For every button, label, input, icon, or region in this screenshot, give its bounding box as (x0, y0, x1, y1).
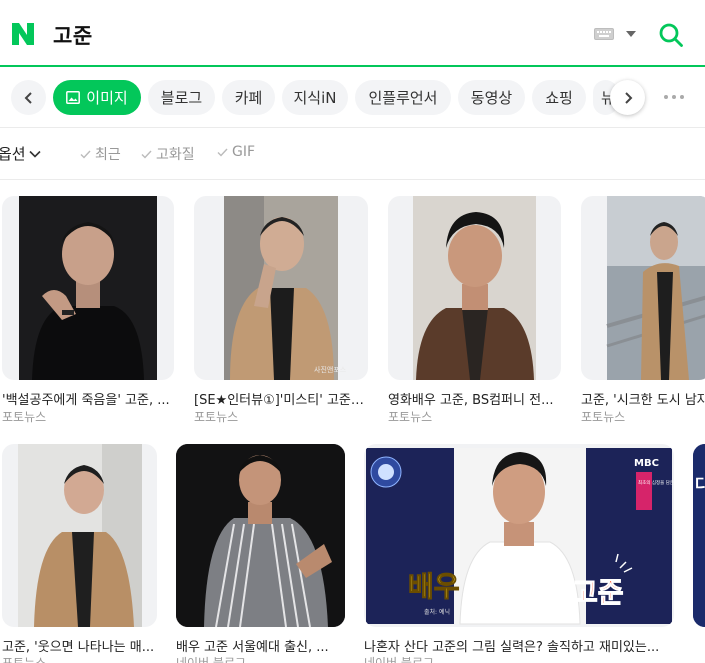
overlay-text-name: 고준 (572, 576, 624, 609)
filter-high-quality[interactable]: 고화질 (141, 144, 195, 164)
result-source[interactable]: 포토뉴스 (2, 408, 46, 425)
result-source[interactable]: 포토뉴스 (388, 408, 432, 425)
mbc-logo: MBC (634, 458, 659, 469)
tab-cafe[interactable]: 카페 (222, 80, 275, 115)
tabs-prev-button[interactable] (11, 80, 46, 115)
image-thumbnail[interactable]: MBC 최초의 심정을 담은 배우 고준 출처: 예닉 (364, 444, 674, 627)
tab-label: 동영상 (470, 89, 513, 107)
image-thumbnail[interactable] (2, 444, 157, 627)
filter-gif[interactable]: GIF (217, 144, 255, 160)
result-source[interactable]: 네이버 블로그 (364, 654, 434, 663)
tab-image[interactable]: 이미지 (53, 80, 141, 115)
keyboard-icon[interactable] (594, 28, 614, 40)
check-icon (217, 148, 228, 157)
image-result-card[interactable]: 사진앤포스 [SE★인터뷰①]'미스티' 고준,... 포토뉴스 (194, 196, 368, 424)
image-result-card[interactable]: 영화배우 고준, BS컴퍼니 전... 포토뉴스 (388, 196, 561, 424)
photo-man-beige-coat: 사진앤포스 (224, 196, 347, 380)
image-thumbnail[interactable] (176, 444, 345, 627)
search-tabs: 이미지 블로그 카페 지식iN 인플루언서 동영상 쇼핑 뉴 (0, 68, 705, 126)
image-result-card[interactable]: 고준, '시크한 도시 남자' 포토뉴스 (581, 196, 705, 424)
image-thumbnail[interactable] (388, 196, 561, 380)
mbc-sublabel: 최초의 심정을 담은 (638, 479, 674, 486)
chevron-left-icon (24, 91, 32, 104)
tab-label: 블로그 (160, 89, 203, 107)
result-title[interactable]: '백설공주에게 죽음을' 고준, ... (2, 389, 174, 408)
result-title[interactable]: 고준, '웃으면 나타나는 매... (2, 636, 157, 655)
keyboard-dropdown-caret-icon[interactable] (626, 31, 636, 37)
image-result-card[interactable]: '백설공주에게 죽음을' 고준, ... 포토뉴스 (2, 196, 174, 424)
chevron-right-icon (624, 91, 632, 104)
search-query[interactable]: 고준 (53, 20, 93, 50)
partial-thumb-letter: 다 (695, 475, 705, 494)
photo-partial: 다 (693, 444, 705, 627)
photo-man-railing (606, 196, 705, 380)
result-title[interactable]: 나혼자 산다 고준의 그림 실력은? 솔직하고 재미있는... (364, 636, 674, 655)
tab-shopping[interactable]: 쇼핑 (532, 80, 586, 115)
image-thumbnail[interactable] (581, 196, 705, 380)
image-result-card[interactable]: 고준, '웃으면 나타나는 매... 포토뉴스 (2, 444, 157, 663)
search-options: 옵션 최근 고화질 GIF (0, 128, 705, 180)
chevron-down-icon (29, 150, 41, 158)
tab-label: 이미지 (86, 89, 128, 107)
image-result-card[interactable]: MBC 최초의 심정을 담은 배우 고준 출처: 예닉 나혼자 산다 고준의 그… (364, 444, 674, 663)
search-icon[interactable] (658, 22, 684, 48)
result-source[interactable]: 포토뉴스 (581, 408, 625, 425)
tabs-next-button[interactable] (610, 80, 645, 115)
tab-blog[interactable]: 블로그 (148, 80, 215, 115)
watermark: 사진앤포스 (314, 365, 347, 374)
tab-label: 지식iN (293, 89, 337, 107)
result-source[interactable]: 포토뉴스 (2, 654, 46, 663)
filter-label: GIF (232, 144, 256, 160)
image-result-card[interactable]: 다 (693, 444, 705, 663)
overlay-credit: 출처: 예닉 (424, 608, 450, 616)
photo-man-black-shirt (19, 196, 157, 380)
image-result-card[interactable]: 배우 고준 서울예대 출신, ... 네이버 블로그 (176, 444, 345, 663)
photo-man-leather-jacket (413, 196, 536, 380)
tab-kin[interactable]: 지식iN (282, 80, 348, 115)
result-source[interactable]: 네이버 블로그 (176, 654, 246, 663)
image-icon (66, 91, 81, 104)
more-dots-icon[interactable] (664, 95, 684, 99)
search-header: 고준 (0, 0, 705, 67)
filter-label: 고화질 (156, 147, 195, 163)
result-title[interactable]: [SE★인터뷰①]'미스티' 고준,... (194, 389, 366, 408)
result-source[interactable]: 포토뉴스 (194, 408, 238, 425)
result-title[interactable]: 영화배우 고준, BS컴퍼니 전... (388, 389, 556, 408)
filter-recent[interactable]: 최근 (80, 144, 121, 164)
photo-man-smiling-coat (18, 444, 142, 627)
tab-label: 카페 (234, 89, 263, 107)
photo-tv-show-still: MBC 최초의 심정을 담은 배우 고준 출처: 예닉 (366, 448, 674, 625)
image-thumbnail[interactable] (2, 196, 174, 380)
tab-video[interactable]: 동영상 (458, 80, 525, 115)
result-title[interactable]: 배우 고준 서울예대 출신, ... (176, 636, 345, 655)
check-icon (80, 150, 91, 159)
photo-man-striped-shirt (176, 444, 345, 627)
image-thumbnail[interactable]: 다 (693, 444, 705, 627)
naver-logo-icon[interactable] (10, 21, 36, 47)
options-label: 옵션 (0, 145, 26, 163)
options-menu-button[interactable]: 옵션 (0, 143, 41, 164)
filter-label: 최근 (95, 147, 121, 163)
tab-label: 인플루언서 (368, 89, 438, 107)
tab-label: 쇼핑 (545, 89, 573, 107)
overlay-text-actor: 배우 (408, 570, 460, 603)
check-icon (141, 150, 152, 159)
result-title[interactable]: 고준, '시크한 도시 남자' (581, 389, 705, 408)
tab-influencer[interactable]: 인플루언서 (355, 80, 451, 115)
image-thumbnail[interactable]: 사진앤포스 (194, 196, 368, 380)
